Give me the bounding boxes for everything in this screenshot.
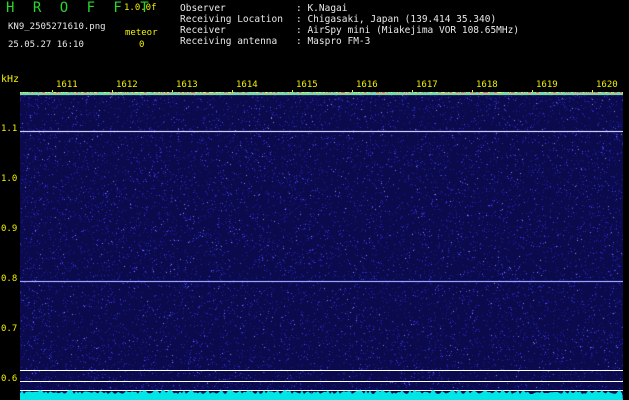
timestamp-label: 25.05.27 16:10 xyxy=(8,40,84,50)
meteor-label: meteor xyxy=(125,28,158,38)
x-tick-label: 1616 xyxy=(356,80,378,90)
x-tick-label: 1613 xyxy=(176,80,198,90)
receiver-label: Receiver xyxy=(180,25,226,36)
x-tick-label: 1611 xyxy=(56,80,78,90)
filename-label: KN9_2505271610.png xyxy=(8,22,106,32)
version-label: 1.0.0f xyxy=(124,3,157,13)
location-value: : Chigasaki, Japan (139.414 35.340) xyxy=(296,14,497,25)
y-tick-label: 1.1 xyxy=(1,124,18,134)
info-values: : K.Nagai : Chigasaki, Japan (139.414 35… xyxy=(296,3,519,47)
spectrogram-plot xyxy=(20,92,623,400)
x-tick-label: 1620 xyxy=(596,80,618,90)
meteor-count: 0 xyxy=(139,40,145,50)
x-tick-label: 1614 xyxy=(236,80,258,90)
receiver-value: : AirSpy mini (Miakejima VOR 108.65MHz) xyxy=(296,25,520,36)
y-tick-label: 0.8 xyxy=(1,274,18,284)
spectrogram-overlay xyxy=(20,93,623,400)
signal-trace xyxy=(20,390,623,400)
x-tick-label: 1618 xyxy=(476,80,498,90)
x-tick-label: 1619 xyxy=(536,80,558,90)
antenna-value: : Maspro FM-3 xyxy=(296,36,371,47)
y-tick-label: 0.6 xyxy=(1,374,18,384)
x-tick-label: 1615 xyxy=(296,80,318,90)
y-tick-label: 0.7 xyxy=(1,324,18,334)
y-unit-label: kHz xyxy=(1,74,20,85)
observer-value: : K.Nagai xyxy=(296,3,348,14)
y-tick-label: 1.0 xyxy=(1,174,18,184)
antenna-label: Receiving antenna xyxy=(180,36,278,47)
observer-label: Observer xyxy=(180,3,226,14)
x-tick-label: 1612 xyxy=(116,80,138,90)
x-tick-label: 1617 xyxy=(416,80,438,90)
info-labels: Observer Receiving Location Receiver Rec… xyxy=(180,3,283,47)
location-label: Receiving Location xyxy=(180,14,283,25)
y-tick-label: 0.9 xyxy=(1,224,18,234)
